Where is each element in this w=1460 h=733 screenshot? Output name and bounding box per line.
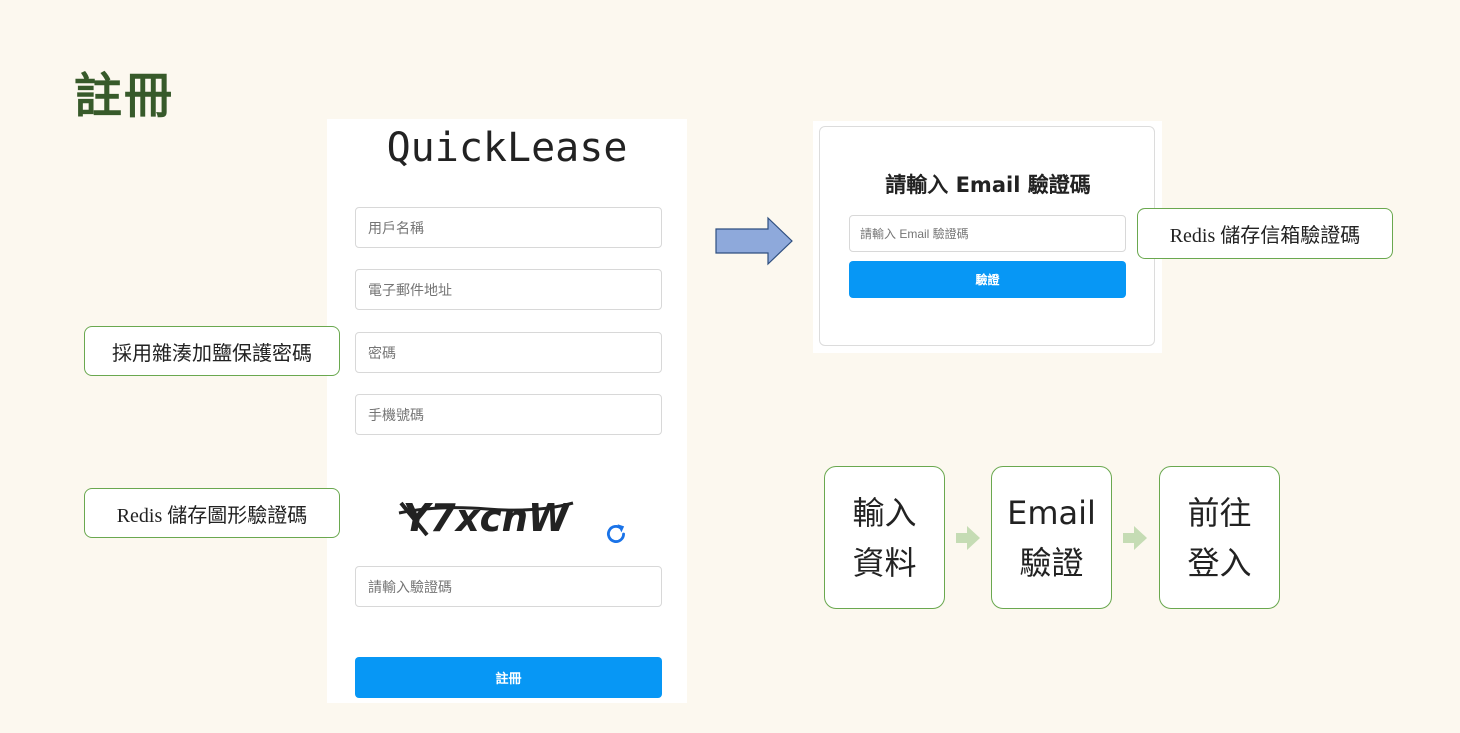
brand-logo-text: QuickLease: [386, 125, 628, 171]
captcha-image: Y7xcnW: [398, 496, 574, 540]
registration-panel: QuickLease Y7xcnW 註冊: [327, 119, 687, 703]
slide-title: 註冊: [74, 68, 175, 124]
phone-input[interactable]: [355, 394, 662, 435]
note-email-code-redis: Redis 儲存信箱驗證碼: [1137, 208, 1393, 259]
password-input[interactable]: [355, 332, 662, 373]
note-captcha-redis: Redis 儲存圖形驗證碼: [84, 488, 340, 538]
flow-arrow-icon: [1123, 526, 1147, 550]
refresh-captcha-icon[interactable]: [603, 521, 629, 547]
flow-step-input: 輸入 資料: [824, 466, 945, 609]
flow-step-line: Email: [1007, 493, 1096, 532]
flow-step-line: 資料: [852, 543, 917, 582]
username-input[interactable]: [355, 207, 662, 248]
verification-card: 請輸入 Email 驗證碼 驗證: [819, 126, 1155, 346]
email-code-input[interactable]: [849, 215, 1126, 252]
flow-step-email: Email 驗證: [991, 466, 1112, 609]
verify-button[interactable]: 驗證: [849, 261, 1126, 298]
flow-step-login: 前往 登入: [1159, 466, 1280, 609]
right-arrow-icon: [715, 216, 793, 266]
note-password-hash: 採用雜湊加鹽保護密碼: [84, 326, 340, 376]
flow-arrow-icon: [956, 526, 980, 550]
register-button[interactable]: 註冊: [355, 657, 662, 698]
captcha-input[interactable]: [355, 566, 662, 607]
flow-step-line: 前往: [1187, 493, 1252, 532]
verification-title: 請輸入 Email 驗證碼: [885, 173, 1091, 197]
flow-step-line: 驗證: [1019, 543, 1084, 582]
email-input[interactable]: [355, 269, 662, 310]
flow-step-line: 登入: [1187, 543, 1252, 582]
flow-step-line: 輸入: [852, 493, 917, 532]
